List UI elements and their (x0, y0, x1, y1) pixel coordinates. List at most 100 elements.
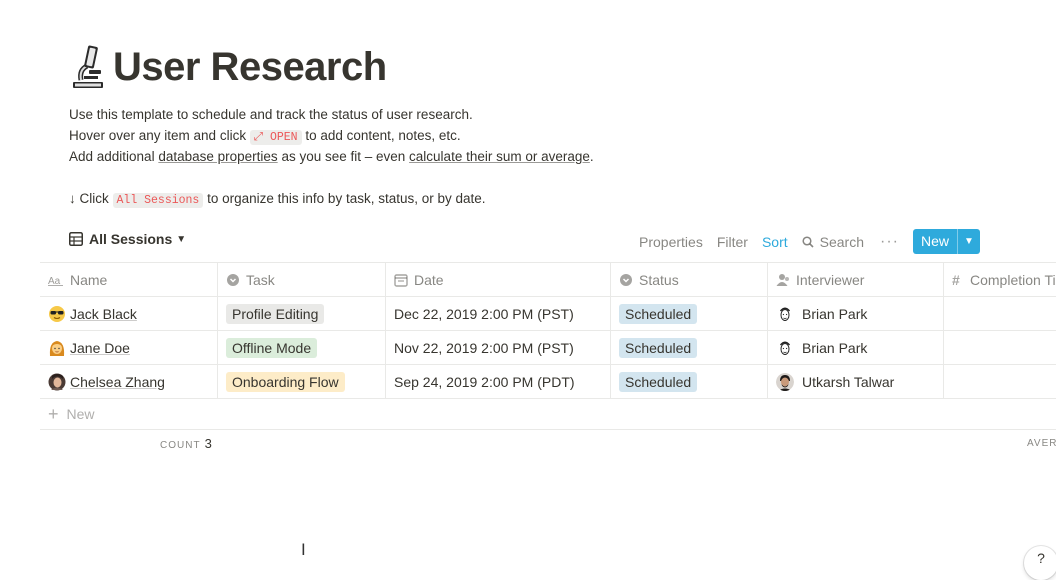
sunglasses-face-icon (49, 305, 65, 322)
database-toolbar: Properties Filter Sort Search ··· New ▼ (625, 229, 980, 254)
task-tag: Onboarding Flow (226, 371, 345, 392)
description-line-3: Add additional database properties as yo… (69, 146, 594, 167)
interviewer-cell[interactable]: Brian Park (768, 331, 944, 364)
status-badge: Scheduled (619, 303, 698, 324)
plus-icon: + (48, 403, 59, 424)
svg-text:#: # (952, 273, 960, 287)
status-cell[interactable]: Scheduled (611, 297, 768, 330)
description-line-2: Hover over any item and click ⤢ OPEN to … (69, 125, 594, 146)
interviewer-name: Brian Park (802, 305, 868, 322)
description-text: Add additional (69, 149, 155, 164)
description-text: Use this template to schedule and track … (69, 107, 473, 122)
column-header-label: Task (246, 271, 275, 288)
task-cell[interactable]: Offline Mode (218, 331, 386, 364)
status-badge: Scheduled (619, 337, 698, 358)
page-description: Use this template to schedule and track … (69, 104, 594, 209)
search-label: Search (819, 233, 864, 250)
row-name[interactable]: Jack Black (70, 306, 137, 322)
help-button[interactable]: ? (1024, 546, 1056, 580)
completion-cell[interactable] (944, 365, 1056, 398)
column-header-interviewer[interactable]: Interviewer (768, 263, 944, 296)
task-cell[interactable]: Onboarding Flow (218, 365, 386, 398)
table-row[interactable]: Jack Black Profile Editing Dec 22, 2019 … (40, 297, 1056, 331)
row-name[interactable]: Chelsea Zhang (70, 374, 165, 390)
sketch-avatar-icon (776, 304, 794, 323)
new-button[interactable]: New ▼ (912, 229, 980, 254)
status-cell[interactable]: Scheduled (611, 365, 768, 398)
person-property-icon (776, 273, 789, 286)
description-line-4: ↓ Click All Sessions to organize this in… (69, 188, 594, 209)
photo-avatar-icon (48, 373, 66, 390)
column-header-date[interactable]: Date (386, 263, 611, 296)
date-cell[interactable]: Dec 22, 2019 2:00 PM (PST) (386, 297, 611, 330)
new-button-label[interactable]: New (913, 229, 957, 254)
add-row-button[interactable]: + New (40, 399, 1056, 430)
page: User Research Use this template to sched… (0, 0, 1056, 580)
date-cell[interactable]: Sep 24, 2019 2:00 PM (PDT) (386, 365, 611, 398)
task-cell[interactable]: Profile Editing (218, 297, 386, 330)
page-title[interactable]: User Research (113, 45, 387, 90)
calendar-icon (394, 273, 408, 287)
date-cell[interactable]: Nov 22, 2019 2:00 PM (PST) (386, 331, 611, 364)
add-row-label: New (66, 406, 95, 422)
interviewer-cell[interactable]: Utkarsh Talwar (768, 365, 944, 398)
task-tag: Profile Editing (226, 303, 325, 324)
name-column-calculation[interactable]: COUNT 3 (160, 436, 212, 451)
interviewer-cell[interactable]: Brian Park (768, 297, 944, 330)
description-text: Hover over any item and click (69, 128, 247, 143)
column-header-name[interactable]: Aa Name (40, 263, 218, 296)
status-cell[interactable]: Scheduled (611, 331, 768, 364)
column-header-label: Interviewer (796, 271, 865, 288)
sort-button[interactable]: Sort (762, 234, 788, 250)
column-header-task[interactable]: Task (218, 263, 386, 296)
table-row[interactable]: Jane Doe Offline Mode Nov 22, 2019 2:00 … (40, 331, 1056, 365)
table-view-icon (69, 232, 83, 246)
filter-button[interactable]: Filter (717, 234, 748, 250)
search-button[interactable]: Search (802, 234, 864, 250)
new-dropdown-chevron-icon[interactable]: ▼ (957, 229, 980, 254)
count-value: 3 (204, 436, 212, 451)
interviewer-name: Utkarsh Talwar (802, 373, 895, 390)
column-header-label: Date (414, 271, 444, 288)
completion-column-calculation[interactable]: AVERA (1027, 438, 1056, 449)
table-row[interactable]: Chelsea Zhang Onboarding Flow Sep 24, 20… (40, 365, 1056, 399)
properties-button[interactable]: Properties (639, 234, 703, 250)
column-header-status[interactable]: Status (611, 263, 768, 296)
description-text: as you see fit – even (281, 149, 406, 164)
view-name: All Sessions (89, 231, 173, 247)
view-selector[interactable]: All Sessions ▼ (69, 231, 186, 247)
count-label: COUNT (160, 440, 201, 451)
name-cell[interactable]: Chelsea Zhang (40, 365, 218, 398)
task-tag: Offline Mode (226, 337, 318, 358)
column-header-label: Name (70, 271, 108, 288)
all-sessions-code-chip: All Sessions (112, 193, 204, 208)
sketch-avatar-icon (776, 338, 794, 357)
page-header: User Research (69, 44, 387, 90)
row-name[interactable]: Jane Doe (70, 340, 130, 356)
name-cell[interactable]: Jack Black (40, 297, 218, 330)
calculate-sum-link[interactable]: calculate their sum or average (409, 149, 590, 164)
description-blank-line (69, 167, 594, 188)
text-cursor-icon: I (301, 540, 306, 559)
select-property-icon (227, 273, 239, 286)
description-text: to organize this info by task, status, o… (207, 191, 486, 206)
interviewer-name: Brian Park (802, 339, 868, 356)
open-code-chip: ⤢ OPEN (249, 130, 302, 145)
column-header-completion[interactable]: # Completion Ti (944, 263, 1056, 296)
microscope-icon (73, 45, 103, 88)
completion-cell[interactable] (944, 331, 1056, 364)
table-header-row: Aa Name Task Date Status Interviewer # C… (40, 262, 1056, 297)
description-text: . (589, 149, 594, 164)
database-table: Aa Name Task Date Status Interviewer # C… (40, 262, 1056, 430)
date-value: Nov 22, 2019 2:00 PM (PST) (394, 339, 574, 356)
status-badge: Scheduled (619, 371, 698, 392)
database-properties-link[interactable]: database properties (158, 149, 277, 164)
name-cell[interactable]: Jane Doe (40, 331, 218, 364)
date-value: Sep 24, 2019 2:00 PM (PDT) (394, 373, 575, 390)
column-header-label: Completion Ti (970, 271, 1056, 288)
more-options-icon[interactable]: ··· (880, 233, 899, 251)
completion-cell[interactable] (944, 297, 1056, 330)
text-property-icon: Aa (48, 276, 63, 286)
description-text: ↓ Click (69, 191, 109, 206)
description-text: to add content, notes, etc. (305, 128, 461, 143)
